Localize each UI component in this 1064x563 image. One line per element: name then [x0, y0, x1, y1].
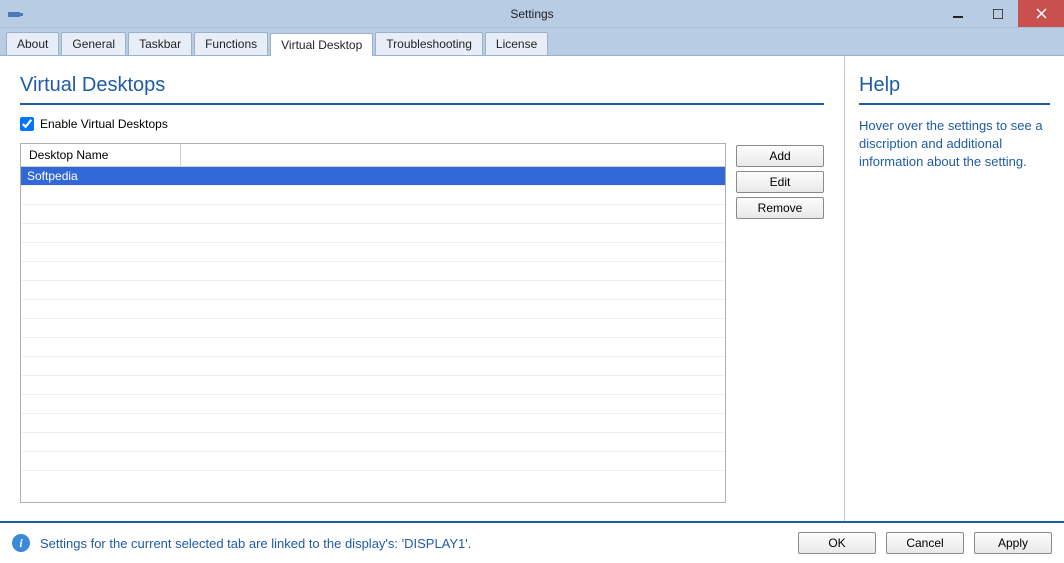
- table-buttons: Add Edit Remove: [736, 143, 824, 503]
- minimize-button[interactable]: [938, 0, 978, 27]
- tab-functions[interactable]: Functions: [194, 32, 268, 55]
- ok-button[interactable]: OK: [798, 532, 876, 554]
- info-icon: i: [12, 534, 30, 552]
- table-row[interactable]: [21, 300, 725, 319]
- table-row[interactable]: [21, 376, 725, 395]
- cell-desktop-name: Softpedia: [21, 167, 181, 185]
- tabstrip: About General Taskbar Functions Virtual …: [0, 28, 1064, 55]
- remove-button[interactable]: Remove: [736, 197, 824, 219]
- status-text: Settings for the current selected tab ar…: [40, 536, 788, 551]
- window-controls: [938, 0, 1064, 27]
- help-title: Help: [859, 74, 1050, 97]
- table-body: Softpedia: [21, 167, 725, 502]
- tab-troubleshooting[interactable]: Troubleshooting: [375, 32, 483, 55]
- edit-button[interactable]: Edit: [736, 171, 824, 193]
- table-area: Desktop Name Softpedia: [20, 143, 824, 503]
- help-text: Hover over the settings to see a discrip…: [859, 117, 1050, 172]
- footer: i Settings for the current selected tab …: [0, 521, 1064, 563]
- table-row[interactable]: [21, 414, 725, 433]
- main-panel: Virtual Desktops Enable Virtual Desktops…: [0, 56, 844, 521]
- help-divider: [859, 103, 1050, 105]
- cancel-button[interactable]: Cancel: [886, 532, 964, 554]
- add-button[interactable]: Add: [736, 145, 824, 167]
- tab-license[interactable]: License: [485, 32, 548, 55]
- section-title: Virtual Desktops: [20, 74, 824, 97]
- table-row[interactable]: [21, 319, 725, 338]
- enable-virtual-desktops-checkbox[interactable]: [20, 117, 34, 131]
- tab-virtual-desktop[interactable]: Virtual Desktop: [270, 33, 373, 56]
- section-divider: [20, 103, 824, 105]
- tab-taskbar[interactable]: Taskbar: [128, 32, 192, 55]
- titlebar: Settings: [0, 0, 1064, 28]
- table-row[interactable]: [21, 205, 725, 224]
- maximize-button[interactable]: [978, 0, 1018, 27]
- apply-button[interactable]: Apply: [974, 532, 1052, 554]
- table-row[interactable]: [21, 243, 725, 262]
- table-row[interactable]: [21, 281, 725, 300]
- table-row[interactable]: [21, 186, 725, 205]
- table-row[interactable]: [21, 433, 725, 452]
- content: Virtual Desktops Enable Virtual Desktops…: [0, 55, 1064, 521]
- app-icon: [8, 9, 24, 19]
- desktop-table[interactable]: Desktop Name Softpedia: [20, 143, 726, 503]
- help-panel: Help Hover over the settings to see a di…: [844, 56, 1064, 521]
- table-row[interactable]: [21, 357, 725, 376]
- table-row[interactable]: [21, 338, 725, 357]
- table-row[interactable]: Softpedia: [21, 167, 725, 186]
- window-title: Settings: [510, 7, 553, 21]
- enable-virtual-desktops-row: Enable Virtual Desktops: [20, 117, 824, 131]
- footer-buttons: OK Cancel Apply: [798, 532, 1052, 554]
- tab-general[interactable]: General: [61, 32, 126, 55]
- close-button[interactable]: [1018, 0, 1064, 27]
- column-desktop-name[interactable]: Desktop Name: [21, 144, 181, 166]
- enable-virtual-desktops-label[interactable]: Enable Virtual Desktops: [40, 117, 168, 131]
- table-row[interactable]: [21, 262, 725, 281]
- tab-about[interactable]: About: [6, 32, 59, 55]
- table-row[interactable]: [21, 395, 725, 414]
- table-row[interactable]: [21, 224, 725, 243]
- table-header: Desktop Name: [21, 144, 725, 167]
- table-row[interactable]: [21, 452, 725, 471]
